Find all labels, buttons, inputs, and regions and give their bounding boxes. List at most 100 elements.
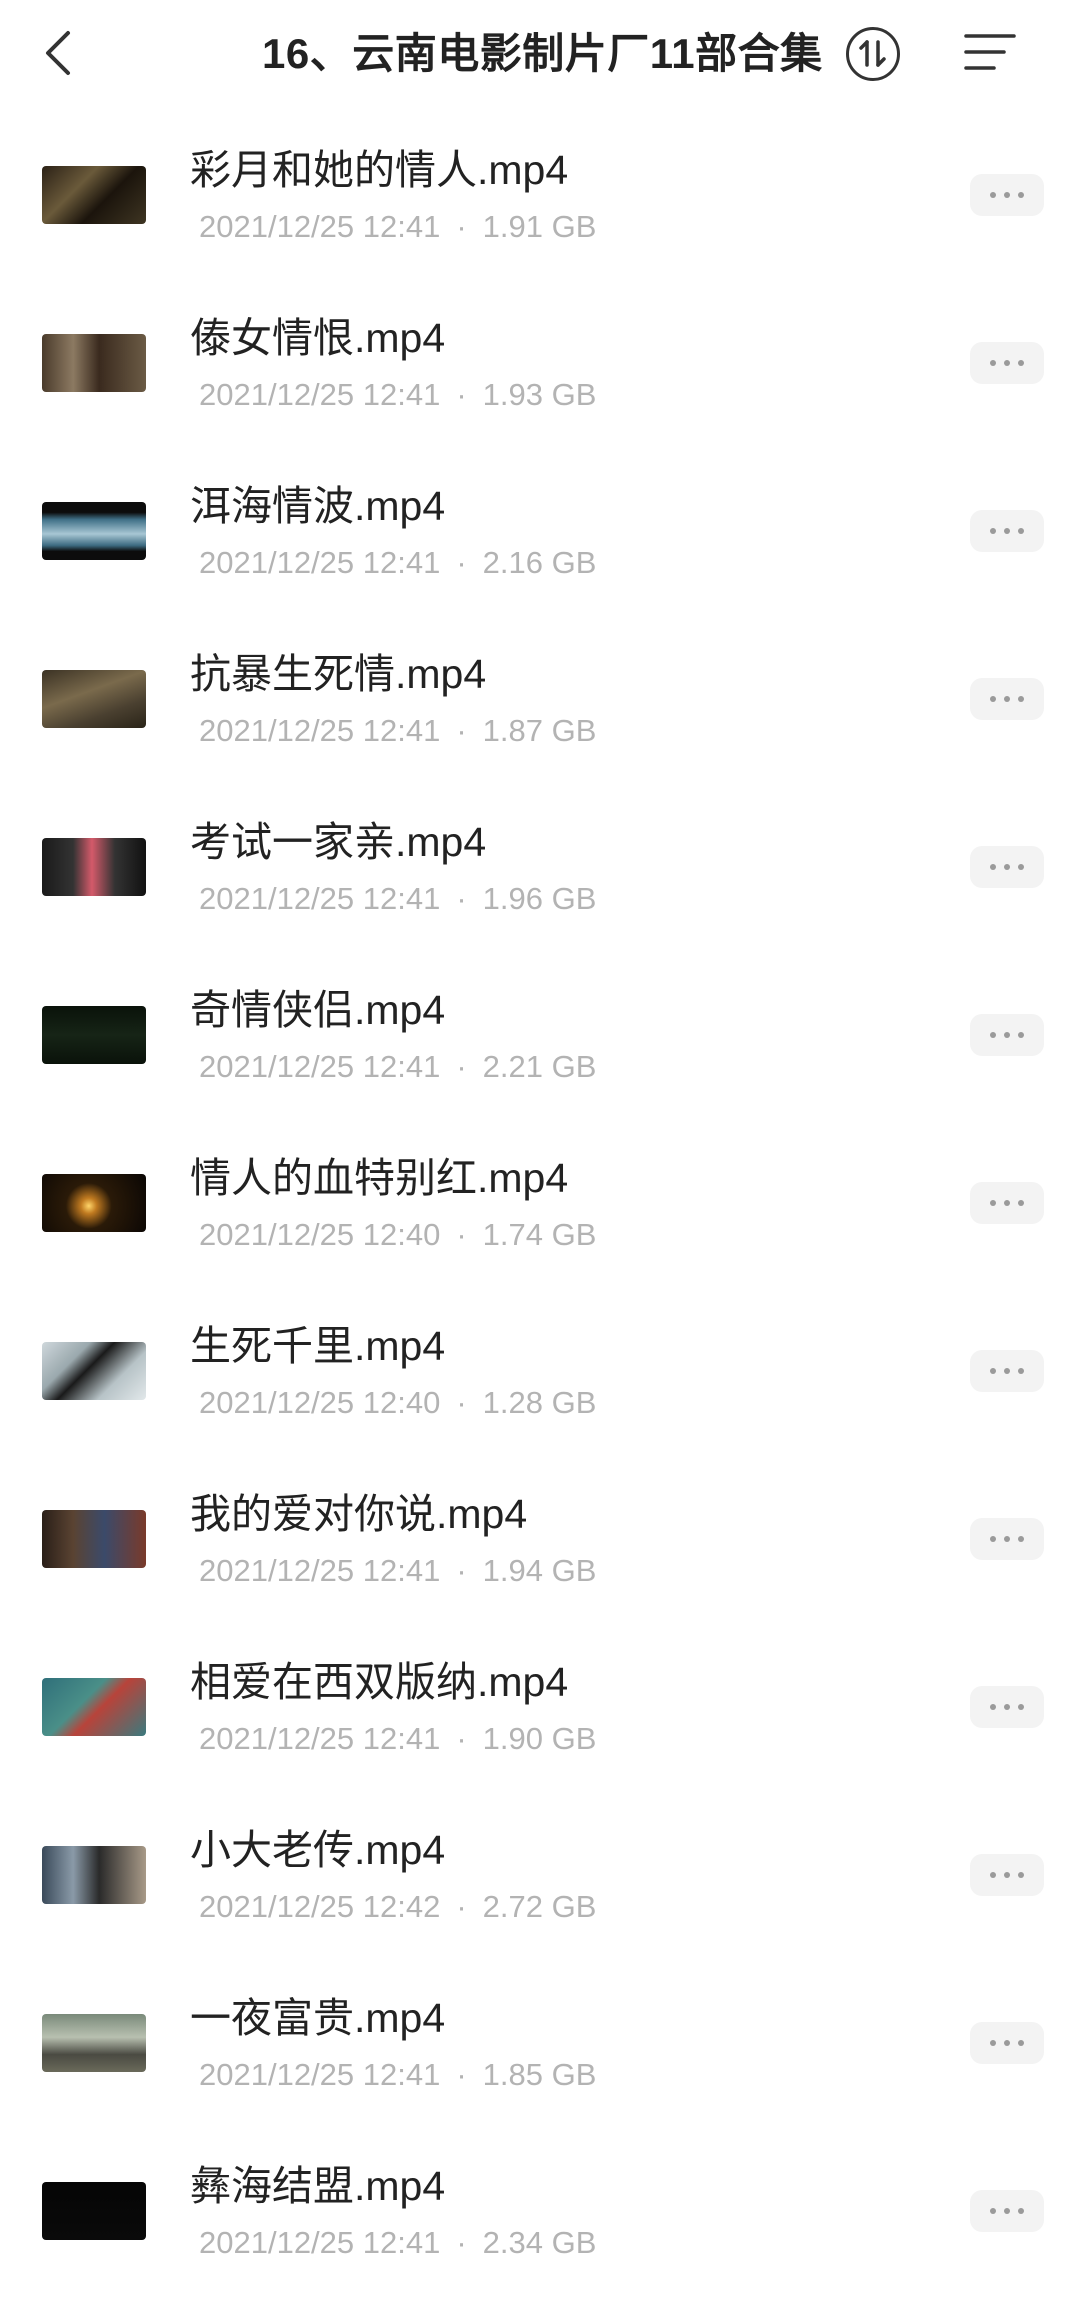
file-name: 彝海结盟.mp4 <box>190 2163 446 2209</box>
more-options-button[interactable] <box>970 1686 1044 1728</box>
more-options-button[interactable] <box>970 846 1044 888</box>
dot-icon <box>990 360 996 366</box>
more-options-button[interactable] <box>970 1014 1044 1056</box>
separator-dot: · <box>456 1553 467 1588</box>
separator-dot: · <box>456 377 467 412</box>
file-row[interactable]: 我的爱对你说.mp4 2021/12/25 12:41 · 1.94 GB <box>0 1454 1080 1622</box>
file-date: 2021/12/25 12:41 <box>199 2057 441 2092</box>
more-options-button[interactable] <box>970 1182 1044 1224</box>
file-size: 2.72 GB <box>482 1889 597 1924</box>
file-row[interactable]: 相爱在西双版纳.mp4 2021/12/25 12:41 · 1.90 GB <box>0 1622 1080 1790</box>
file-size: 1.94 GB <box>482 1553 597 1588</box>
dot-icon <box>1018 2208 1024 2214</box>
dot-icon <box>1004 1704 1010 1710</box>
thumbnail-image <box>42 334 146 392</box>
file-row[interactable]: 洱海情波.mp4 2021/12/25 12:41 · 2.16 GB <box>0 446 1080 614</box>
thumbnail-image <box>42 2182 146 2240</box>
file-row[interactable]: 彩月和她的情人.mp4 2021/12/25 12:41 · 1.91 GB <box>0 110 1080 278</box>
video-thumbnail <box>42 670 146 728</box>
separator-dot: · <box>456 2225 467 2260</box>
dot-icon <box>990 1536 996 1542</box>
file-row[interactable]: 奇情侠侣.mp4 2021/12/25 12:41 · 2.21 GB <box>0 950 1080 1118</box>
video-thumbnail <box>42 2182 146 2240</box>
dot-icon <box>1018 1032 1024 1038</box>
video-thumbnail <box>42 502 146 560</box>
thumbnail-image <box>42 1846 146 1904</box>
file-row[interactable]: 傣女情恨.mp4 2021/12/25 12:41 · 1.93 GB <box>0 278 1080 446</box>
file-date: 2021/12/25 12:41 <box>199 377 441 412</box>
file-meta: 2021/12/25 12:41 · 1.85 GB <box>199 2056 596 2094</box>
dot-icon <box>1004 192 1010 198</box>
file-date: 2021/12/25 12:40 <box>199 1217 441 1252</box>
dot-icon <box>990 1200 996 1206</box>
file-row[interactable]: 小大老传.mp4 2021/12/25 12:42 · 2.72 GB <box>0 1790 1080 1958</box>
file-row[interactable]: 一夜富贵.mp4 2021/12/25 12:41 · 1.85 GB <box>0 1958 1080 2126</box>
more-options-button[interactable] <box>970 1350 1044 1392</box>
video-thumbnail <box>42 1846 146 1904</box>
thumbnail-image <box>42 670 146 728</box>
file-size: 1.91 GB <box>482 209 597 244</box>
dot-icon <box>1018 1536 1024 1542</box>
dot-icon <box>1004 1536 1010 1542</box>
separator-dot: · <box>456 545 467 580</box>
more-options-button[interactable] <box>970 2190 1044 2232</box>
thumbnail-image <box>42 502 146 560</box>
video-thumbnail <box>42 838 146 896</box>
file-list: 彩月和她的情人.mp4 2021/12/25 12:41 · 1.91 GB 傣女情恨.… <box>0 110 1080 2294</box>
more-options-button[interactable] <box>970 342 1044 384</box>
file-name: 一夜富贵.mp4 <box>190 1995 446 2041</box>
more-options-button[interactable] <box>970 2022 1044 2064</box>
file-date: 2021/12/25 12:41 <box>199 1049 441 1084</box>
filter-menu-button[interactable] <box>964 30 1016 76</box>
back-button[interactable] <box>38 28 78 78</box>
thumbnail-image <box>42 1342 146 1400</box>
file-size: 2.34 GB <box>482 2225 597 2260</box>
separator-dot: · <box>456 1721 467 1756</box>
file-name: 考试一家亲.mp4 <box>190 819 487 865</box>
file-row[interactable]: 考试一家亲.mp4 2021/12/25 12:41 · 1.96 GB <box>0 782 1080 950</box>
more-options-button[interactable] <box>970 1854 1044 1896</box>
file-size: 1.96 GB <box>482 881 597 916</box>
file-size: 1.74 GB <box>482 1217 597 1252</box>
file-name: 傣女情恨.mp4 <box>190 315 446 361</box>
sort-icon <box>859 40 886 67</box>
more-options-button[interactable] <box>970 678 1044 720</box>
file-date: 2021/12/25 12:41 <box>199 1721 441 1756</box>
file-name: 抗暴生死情.mp4 <box>190 651 487 697</box>
file-row[interactable]: 抗暴生死情.mp4 2021/12/25 12:41 · 1.87 GB <box>0 614 1080 782</box>
dot-icon <box>990 1032 996 1038</box>
page-title: 16、云南电影制片厂11部合集 <box>262 30 823 77</box>
file-meta: 2021/12/25 12:41 · 1.94 GB <box>199 1552 596 1590</box>
file-date: 2021/12/25 12:41 <box>199 209 441 244</box>
more-options-button[interactable] <box>970 174 1044 216</box>
dot-icon <box>1004 1200 1010 1206</box>
top-bar: 16、云南电影制片厂11部合集 <box>0 0 1080 110</box>
dot-icon <box>1018 360 1024 366</box>
file-row[interactable]: 生死千里.mp4 2021/12/25 12:40 · 1.28 GB <box>0 1286 1080 1454</box>
sort-button[interactable] <box>846 27 900 81</box>
dot-icon <box>1018 192 1024 198</box>
dot-icon <box>990 1368 996 1374</box>
more-options-button[interactable] <box>970 1518 1044 1560</box>
dot-icon <box>1018 2040 1024 2046</box>
file-row[interactable]: 情人的血特别红.mp4 2021/12/25 12:40 · 1.74 GB <box>0 1118 1080 1286</box>
file-size: 1.90 GB <box>482 1721 597 1756</box>
file-date: 2021/12/25 12:42 <box>199 1889 441 1924</box>
file-row[interactable]: 彝海结盟.mp4 2021/12/25 12:41 · 2.34 GB <box>0 2126 1080 2294</box>
dot-icon <box>1004 2040 1010 2046</box>
file-meta: 2021/12/25 12:41 · 1.91 GB <box>199 208 596 246</box>
file-date: 2021/12/25 12:40 <box>199 1385 441 1420</box>
dot-icon <box>990 528 996 534</box>
dot-icon <box>1018 1872 1024 1878</box>
file-date: 2021/12/25 12:41 <box>199 713 441 748</box>
file-date: 2021/12/25 12:41 <box>199 1553 441 1588</box>
more-options-button[interactable] <box>970 510 1044 552</box>
thumbnail-image <box>42 166 146 224</box>
file-name: 我的爱对你说.mp4 <box>190 1491 528 1537</box>
file-size: 1.93 GB <box>482 377 597 412</box>
thumbnail-image <box>42 838 146 896</box>
video-thumbnail <box>42 2014 146 2072</box>
separator-dot: · <box>456 1385 467 1420</box>
separator-dot: · <box>456 1889 467 1924</box>
video-thumbnail <box>42 334 146 392</box>
